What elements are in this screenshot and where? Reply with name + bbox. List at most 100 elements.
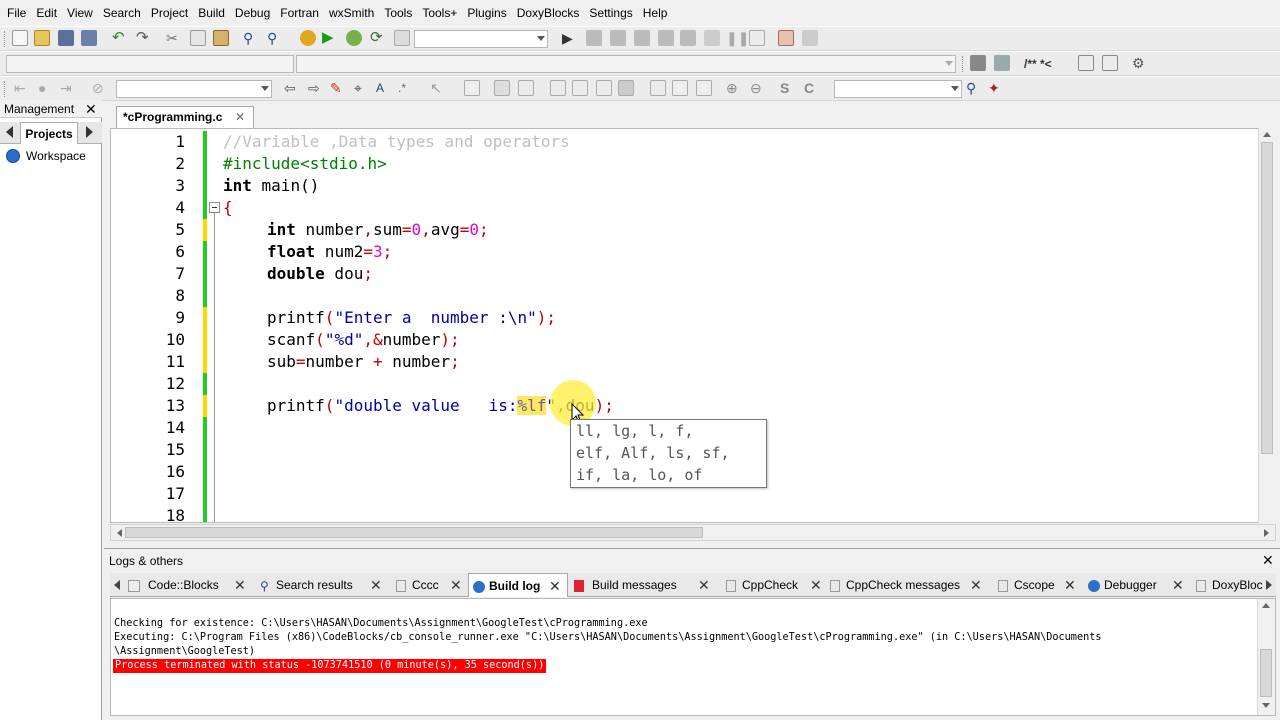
menu-plugins[interactable]: Plugins: [462, 0, 511, 26]
toggle-bookmark-icon[interactable]: ●: [38, 80, 54, 96]
highlight-icon[interactable]: ✎: [330, 80, 346, 96]
autocomplete-item[interactable]: if, la, lo, of: [576, 464, 702, 486]
step-instruction-icon[interactable]: [704, 30, 720, 46]
symbol-combo[interactable]: [116, 80, 272, 98]
log-tab-search-results[interactable]: ⚲ Search results ✕: [256, 573, 384, 597]
menu-tools-plus[interactable]: Tools+: [417, 0, 462, 26]
menu-fortran[interactable]: Fortran: [275, 0, 324, 26]
menu-file[interactable]: File: [2, 0, 31, 26]
run-icon[interactable]: ▶: [322, 30, 338, 46]
autocomplete-item[interactable]: elf, Alf, ls, sf,: [576, 442, 730, 464]
prev-bookmark-icon[interactable]: ⇤: [14, 80, 30, 96]
group-icon[interactable]: [672, 80, 688, 96]
language-combo[interactable]: [834, 80, 962, 98]
jump-back-icon[interactable]: ⇦: [284, 80, 300, 96]
tab-cprogramming[interactable]: *cProgramming.c ✕: [116, 106, 254, 128]
menu-project[interactable]: Project: [146, 0, 193, 26]
undo-icon[interactable]: ↶: [112, 30, 128, 46]
align-center-icon[interactable]: [572, 80, 588, 96]
menu-edit[interactable]: Edit: [31, 0, 62, 26]
font-icon[interactable]: A: [376, 80, 392, 96]
scroll-right-icon[interactable]: [1264, 529, 1269, 537]
shape-icon[interactable]: [650, 80, 666, 96]
debug-info-icon[interactable]: [802, 30, 818, 46]
tab-close-icon[interactable]: ✕: [549, 574, 561, 598]
tab-scroll-right-icon[interactable]: [1266, 580, 1272, 590]
editor-vertical-scrollbar[interactable]: [1258, 128, 1276, 523]
spell-check-icon[interactable]: S: [780, 80, 796, 96]
abort-icon[interactable]: [394, 30, 410, 46]
tab-close-icon[interactable]: ✕: [810, 573, 822, 597]
fold-toggle-icon[interactable]: [209, 202, 220, 213]
menu-doxyblocks[interactable]: DoxyBlocks: [512, 0, 585, 26]
scroll-up-icon[interactable]: [1263, 132, 1271, 137]
zoom-out-icon[interactable]: ⊖: [750, 80, 766, 96]
settings-wrench-icon[interactable]: ✦: [988, 80, 1004, 96]
save-icon[interactable]: [58, 30, 74, 46]
tab-projects[interactable]: Projects: [20, 122, 78, 144]
table-icon[interactable]: [518, 80, 534, 96]
open-folder-icon[interactable]: [34, 30, 50, 46]
align-left-icon[interactable]: [550, 80, 566, 96]
doxy-wizard-icon[interactable]: [970, 55, 986, 71]
scroll-down-icon[interactable]: [1262, 703, 1270, 708]
next-bookmark-icon[interactable]: ⇥: [60, 80, 76, 96]
toolbar-grip[interactable]: [4, 81, 7, 97]
thesaurus-icon[interactable]: C: [804, 80, 820, 96]
search-icon[interactable]: ⚲: [966, 80, 982, 96]
scroll-up-icon[interactable]: [1262, 603, 1270, 608]
menu-settings[interactable]: Settings: [584, 0, 637, 26]
regex-icon[interactable]: .*: [398, 80, 414, 96]
debug-windows-icon[interactable]: [778, 30, 794, 46]
justify-icon[interactable]: [618, 80, 634, 96]
doxy-extract-icon[interactable]: [994, 55, 1010, 71]
step-into-icon[interactable]: [634, 30, 650, 46]
tab-close-icon[interactable]: ✕: [370, 573, 382, 597]
log-vertical-scrollbar[interactable]: [1257, 599, 1275, 715]
build-log-output[interactable]: Checking for existence: C:\Users\HASAN\D…: [110, 598, 1276, 716]
build-target-combo[interactable]: [414, 30, 548, 48]
redo-icon[interactable]: ↷: [136, 30, 152, 46]
log-tab-build-log[interactable]: Build log ✕: [468, 573, 568, 597]
replace-icon[interactable]: ⚲: [267, 30, 283, 46]
logs-close-icon[interactable]: ✕: [1262, 552, 1274, 568]
log-tab-cppcheck[interactable]: CppCheck ✕: [722, 573, 828, 597]
cut-icon[interactable]: ✂: [166, 30, 182, 46]
menu-build[interactable]: Build: [193, 0, 230, 26]
log-tab-cscope[interactable]: Cscope ✕: [994, 573, 1080, 597]
build-run-icon[interactable]: [346, 30, 362, 46]
pause-icon[interactable]: ❚❚: [726, 30, 749, 46]
new-file-icon[interactable]: [12, 30, 28, 46]
step-out-icon[interactable]: [658, 30, 674, 46]
scroll-thumb[interactable]: [1260, 649, 1272, 697]
tab-close-icon[interactable]: ✕: [234, 573, 246, 597]
toolbar-grip[interactable]: [962, 56, 965, 72]
log-tab-build-messages[interactable]: Build messages ✕: [570, 573, 710, 597]
image-icon[interactable]: [494, 80, 510, 96]
menu-tools[interactable]: Tools: [379, 0, 417, 26]
scope-combo[interactable]: [6, 55, 294, 73]
log-tab-cccc[interactable]: Cccc ✕: [392, 573, 468, 597]
menu-help[interactable]: Help: [638, 0, 673, 26]
doxy-config-icon[interactable]: ⚙: [1132, 55, 1148, 71]
log-tab-doxyblocks[interactable]: DoxyBloc: [1192, 573, 1264, 597]
pointer-icon[interactable]: ↖: [430, 80, 446, 96]
tab-scroll-left-icon[interactable]: [6, 126, 13, 138]
tab-close-icon[interactable]: ✕: [1172, 573, 1184, 597]
next-instruction-icon[interactable]: [680, 30, 696, 46]
tab-close-icon[interactable]: ✕: [1064, 573, 1076, 597]
debug-run-icon[interactable]: ▶: [562, 30, 578, 46]
rebuild-icon[interactable]: ⟳: [370, 30, 386, 46]
scroll-thumb[interactable]: [1261, 142, 1273, 454]
scroll-thumb[interactable]: [125, 527, 703, 538]
paste-icon[interactable]: [213, 30, 229, 46]
stop-debug-icon[interactable]: [749, 30, 765, 46]
scroll-left-icon[interactable]: [117, 529, 122, 537]
build-gear-icon[interactable]: [300, 30, 316, 46]
doxy-help-icon[interactable]: [1102, 55, 1118, 71]
log-tab-cppcheck-messages[interactable]: CppCheck messages ✕: [826, 573, 986, 597]
menu-debug[interactable]: Debug: [230, 0, 275, 26]
tab-scroll-right-icon[interactable]: [86, 126, 93, 138]
tab-close-icon[interactable]: ✕: [235, 110, 245, 124]
function-combo[interactable]: [296, 55, 956, 73]
